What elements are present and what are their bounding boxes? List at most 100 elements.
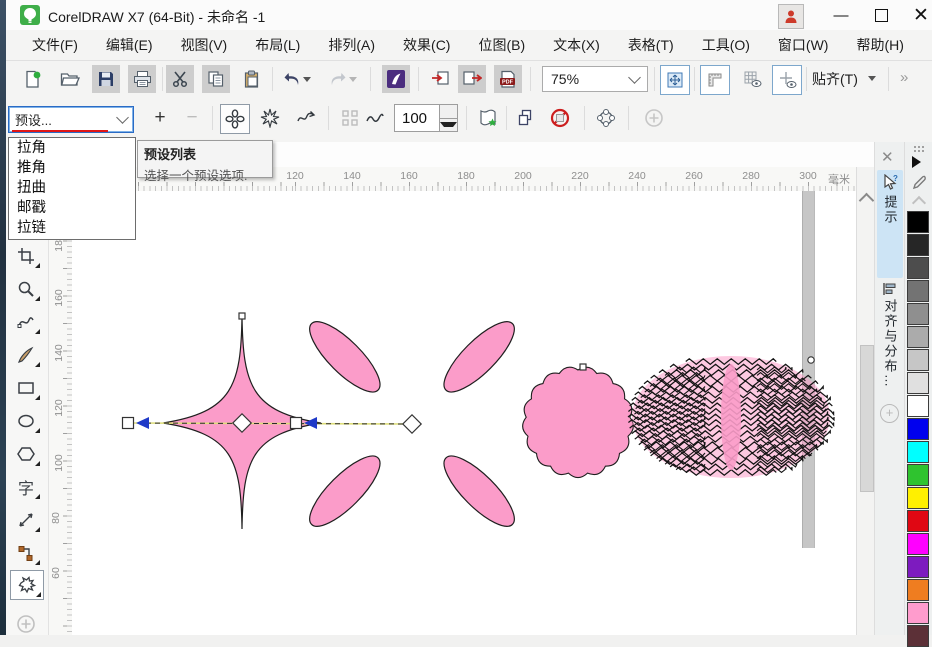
account-icon[interactable] (778, 4, 804, 29)
delete-preset-button[interactable]: − (178, 104, 206, 132)
toolbar-overflow-button[interactable]: » (900, 69, 908, 86)
new-document-button[interactable] (18, 65, 46, 93)
show-rulers-button[interactable] (700, 65, 730, 95)
spin-down-button[interactable] (440, 118, 457, 131)
preset-option-3[interactable]: 邮戳 (9, 198, 135, 218)
color-swatch[interactable] (907, 625, 929, 647)
dimension-tool[interactable] (10, 506, 42, 534)
show-grid-button[interactable] (738, 65, 766, 93)
push-pull-distortion-button[interactable] (220, 104, 250, 134)
minimize-button[interactable]: — (821, 0, 861, 30)
polygon-tool[interactable] (10, 440, 42, 468)
crop-tool[interactable] (10, 242, 42, 270)
rectangle-tool[interactable] (10, 374, 42, 402)
artistic-media-tool[interactable] (10, 341, 42, 369)
menu-item-6[interactable]: 位图(B) (464, 30, 539, 60)
copy-distortion-button[interactable] (512, 104, 540, 132)
ellipse-tool[interactable] (10, 407, 42, 435)
undo-list-arrow[interactable] (300, 65, 314, 93)
color-swatch[interactable] (907, 556, 929, 578)
spin-up-button[interactable] (440, 105, 457, 119)
text-tool[interactable]: 字 (10, 473, 42, 501)
zoom-tool[interactable] (10, 275, 42, 303)
docker-close-icon[interactable]: ✕ (881, 148, 894, 166)
color-swatch[interactable] (907, 395, 929, 417)
menu-item-8[interactable]: 表格(T) (614, 30, 688, 60)
color-swatch[interactable] (907, 234, 929, 256)
docker-add-button[interactable]: + (880, 404, 899, 423)
menu-item-1[interactable]: 编辑(E) (92, 30, 167, 60)
menu-item-5[interactable]: 效果(C) (389, 30, 464, 60)
palette-drag-handle[interactable] (913, 145, 925, 152)
vertical-scrollbar[interactable] (856, 167, 875, 635)
color-swatch[interactable] (907, 441, 929, 463)
snap-to-dropdown[interactable]: 贴齐(T) (812, 69, 858, 89)
color-swatch[interactable] (907, 533, 929, 555)
freehand-tool[interactable] (10, 308, 42, 336)
eyedropper-icon[interactable] (911, 174, 927, 192)
zoom-level-combo[interactable]: 75% (542, 66, 648, 92)
maximize-button[interactable] (861, 0, 901, 30)
close-button[interactable]: ✕ (901, 0, 932, 30)
color-swatch[interactable] (907, 349, 929, 371)
welcome-screen-button[interactable] (382, 65, 410, 93)
menu-item-7[interactable]: 文本(X) (539, 30, 614, 60)
menu-item-9[interactable]: 工具(O) (688, 30, 764, 60)
save-button[interactable] (92, 65, 120, 93)
add-tools-button[interactable] (10, 610, 42, 638)
color-swatch[interactable] (907, 510, 929, 532)
copy-button[interactable] (202, 65, 230, 93)
docker-tab-align[interactable]: 对齐与分布… (877, 278, 903, 404)
add-preset-button[interactable]: + (146, 104, 174, 132)
redo-list-arrow[interactable] (346, 65, 360, 93)
color-swatch[interactable] (907, 487, 929, 509)
menu-item-2[interactable]: 视图(V) (167, 30, 242, 60)
scrollbar-thumb[interactable] (860, 345, 874, 492)
clear-distortion-button[interactable] (546, 104, 574, 132)
zoom-fit-button[interactable] (660, 65, 690, 95)
connector-tool[interactable] (10, 539, 42, 567)
color-swatch[interactable] (907, 602, 929, 624)
preset-option-0[interactable]: 拉角 (9, 138, 135, 158)
add-property-button[interactable] (640, 104, 668, 132)
paste-button[interactable] (238, 65, 266, 93)
docker-tab-hints[interactable]: ? 提示 (877, 170, 903, 278)
menu-item-3[interactable]: 布局(L) (241, 30, 314, 60)
distort-tool[interactable] (10, 570, 44, 600)
twister-distortion-button[interactable] (292, 104, 320, 132)
scroll-up-icon[interactable] (858, 192, 875, 209)
color-swatch[interactable] (907, 418, 929, 440)
color-swatch[interactable] (907, 464, 929, 486)
convert-to-curves-button[interactable] (592, 104, 620, 132)
preset-option-2[interactable]: 扭曲 (9, 178, 135, 198)
chevron-down-icon[interactable] (868, 76, 876, 81)
export-button[interactable] (458, 65, 486, 93)
menu-item-11[interactable]: 帮助(H) (842, 30, 917, 60)
menu-item-4[interactable]: 排列(A) (314, 30, 389, 60)
amplitude-spinner[interactable]: 100 (394, 104, 458, 132)
color-swatch[interactable] (907, 211, 929, 233)
color-swatch[interactable] (907, 280, 929, 302)
zipper-distortion-button[interactable] (256, 104, 284, 132)
palette-flyout-icon[interactable] (912, 156, 921, 168)
menu-item-10[interactable]: 窗口(W) (764, 30, 843, 60)
palette-scroll-up-icon[interactable] (911, 195, 927, 211)
color-swatch[interactable] (907, 257, 929, 279)
preset-option-1[interactable]: 推角 (9, 158, 135, 178)
preset-option-4[interactable]: 拉链 (9, 218, 135, 238)
new-distortion-button[interactable] (474, 104, 502, 132)
drawing-canvas[interactable] (72, 191, 856, 635)
open-button[interactable] (56, 65, 84, 93)
import-button[interactable] (426, 65, 454, 93)
color-swatch[interactable] (907, 372, 929, 394)
menu-item-0[interactable]: 文件(F) (18, 30, 92, 60)
color-swatch[interactable] (907, 326, 929, 348)
print-button[interactable] (128, 65, 156, 93)
snap-settings-button[interactable] (772, 65, 802, 95)
color-swatch[interactable] (907, 303, 929, 325)
preset-combo[interactable]: 预设... (8, 106, 134, 133)
cut-button[interactable] (166, 65, 194, 93)
color-swatch[interactable] (907, 579, 929, 601)
publish-pdf-button[interactable]: PDF (494, 65, 522, 93)
centered-distortion-button[interactable] (336, 104, 364, 132)
